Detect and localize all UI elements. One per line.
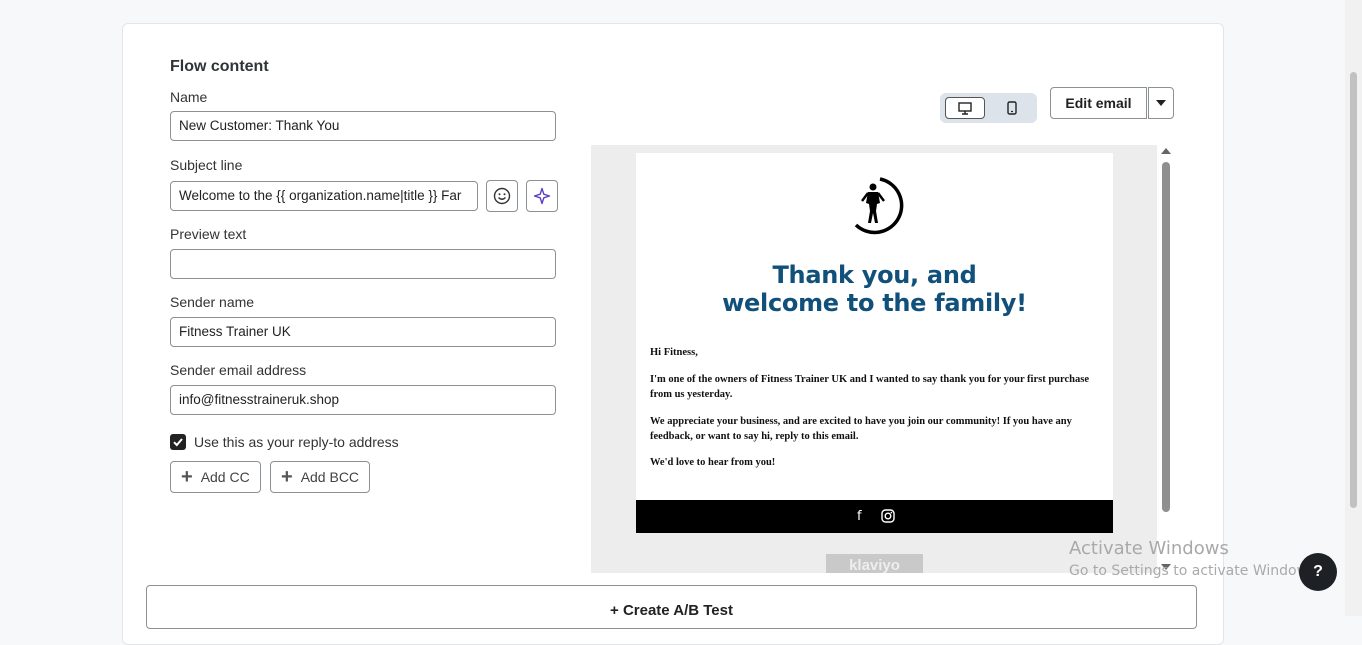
subject-label: Subject line xyxy=(170,157,243,173)
add-bcc-button[interactable]: + Add BCC xyxy=(270,461,371,493)
fitness-logo xyxy=(854,177,904,235)
section-title: Flow content xyxy=(170,58,269,75)
sender-email-label: Sender email address xyxy=(170,362,307,378)
sender-email-field[interactable]: info@fitnesstraineruk.shop xyxy=(170,385,556,415)
scroll-up-icon[interactable] xyxy=(1161,148,1171,154)
preview-text-field[interactable] xyxy=(170,249,556,279)
reply-to-checkbox[interactable] xyxy=(170,434,186,450)
edit-email-button[interactable]: Edit email xyxy=(1050,87,1147,119)
instagram-icon xyxy=(881,509,895,523)
desktop-view-button[interactable] xyxy=(945,97,985,119)
name-label: Name xyxy=(170,89,208,105)
plus-icon: + xyxy=(281,466,293,488)
sender-name-label: Sender name xyxy=(170,294,255,310)
windows-watermark-title: Activate Windows xyxy=(1069,538,1229,559)
windows-watermark-subtitle: Go to Settings to activate Windows. xyxy=(1069,563,1320,579)
mobile-icon xyxy=(1007,101,1017,115)
email-greeting: Hi Fitness, xyxy=(650,347,698,358)
preview-text-label: Preview text xyxy=(170,226,247,242)
help-button[interactable]: ? xyxy=(1299,553,1337,591)
create-ab-test-button[interactable]: + Create A/B Test xyxy=(146,585,1197,629)
mobile-view-button[interactable] xyxy=(992,97,1032,119)
ai-sparkle-icon xyxy=(533,187,551,205)
email-body: Thank you, and welcome to the family! Hi… xyxy=(636,153,1113,533)
email-headline-line1: Thank you, and xyxy=(772,261,977,289)
email-footer: f xyxy=(636,500,1113,533)
reply-to-label: Use this as your reply-to address xyxy=(194,434,399,450)
email-preview-pane: Thank you, and welcome to the family! Hi… xyxy=(591,145,1157,573)
subject-field[interactable]: Welcome to the {{ organization.name|titl… xyxy=(170,181,478,211)
email-paragraph-1: I'm one of the owners of Fitness Trainer… xyxy=(650,374,1089,400)
add-cc-label: Add CC xyxy=(200,469,250,485)
desktop-icon xyxy=(958,101,972,115)
add-cc-button[interactable]: + Add CC xyxy=(170,461,261,493)
preview-scrollbar[interactable] xyxy=(1159,145,1173,573)
email-headline-line2: welcome to the family! xyxy=(722,289,1027,317)
email-closing: We'd love to hear from you! xyxy=(650,457,776,468)
sender-name-field[interactable]: Fitness Trainer UK xyxy=(170,317,556,347)
emoji-button[interactable] xyxy=(486,180,518,212)
name-field[interactable]: New Customer: Thank You xyxy=(170,111,556,141)
caret-down-icon xyxy=(1156,100,1166,106)
ai-generate-button[interactable] xyxy=(526,180,558,212)
page-scroll-thumb[interactable] xyxy=(1350,72,1357,508)
edit-email-dropdown[interactable] xyxy=(1148,87,1174,119)
email-paragraph-2: We appreciate your business, and are exc… xyxy=(650,416,1072,442)
facebook-icon: f xyxy=(857,509,862,524)
emoji-icon xyxy=(493,187,511,205)
plus-icon: + xyxy=(181,466,193,488)
add-bcc-label: Add BCC xyxy=(300,469,360,485)
preview-scroll-thumb[interactable] xyxy=(1162,162,1170,512)
checkmark-icon xyxy=(173,438,183,447)
page-scrollbar[interactable] xyxy=(1345,0,1362,616)
view-mode-toggle xyxy=(940,93,1037,123)
klaviyo-badge: klaviyo xyxy=(826,554,923,573)
